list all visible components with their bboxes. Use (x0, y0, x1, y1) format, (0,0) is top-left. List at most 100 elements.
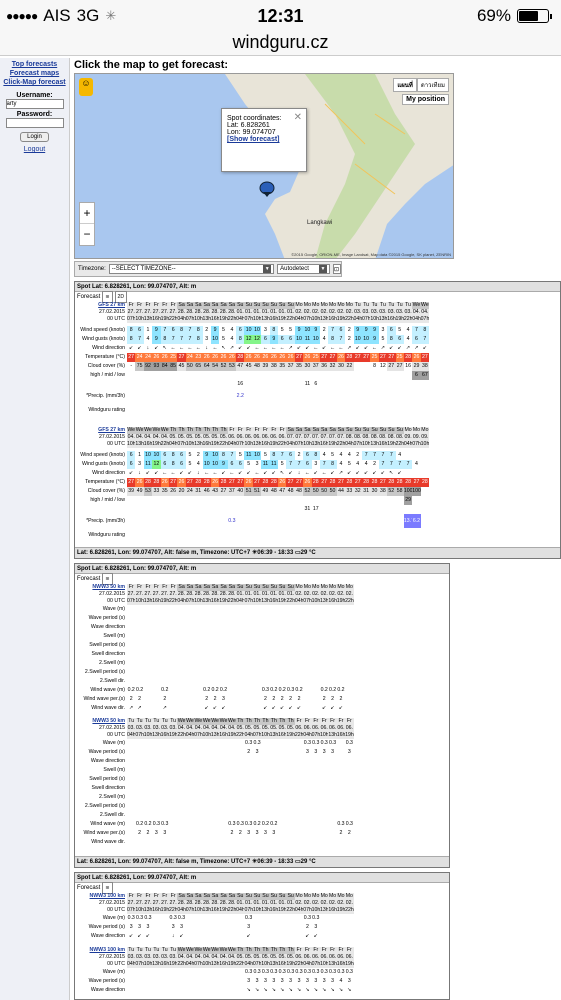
model-name-link[interactable]: NWW3 100 km (90, 947, 125, 953)
table-cell: 28. (202, 591, 211, 598)
day-row: GFS 27 km Fr Fr Fr Fr Fr Fr Sa Sa Sa Sa Sa Sa Sa Su Su S… (75, 302, 560, 309)
sidebar-link-forecast-maps[interactable]: Forecast maps (0, 70, 69, 77)
close-icon[interactable]: ✕ (294, 112, 302, 123)
table-cell: Su (370, 427, 379, 434)
table-cell: 24 (185, 353, 195, 362)
table-cell: ↙ (389, 345, 394, 351)
forecast-map[interactable]: ☺ แผนที่ ดาวเทียม My position ✕ Spot coo… (74, 73, 454, 259)
table-cell: ↙ (129, 345, 134, 351)
password-input[interactable] (5, 118, 64, 128)
popup-lon: Lon: 99.074707 (227, 129, 276, 136)
row-header: Windguru rating (88, 407, 125, 413)
table-cell: ↙ (154, 470, 159, 476)
table-cell: 8 (236, 335, 245, 344)
table-cell: 07h (185, 316, 195, 323)
timezone-refresh-button[interactable]: ⊡ (332, 264, 341, 274)
table-cell: 0.3 (328, 740, 337, 746)
table-cell: 3 (331, 749, 335, 755)
table-cell: 27 (177, 353, 186, 362)
zoom-out-button[interactable]: − (80, 224, 94, 245)
table-cell (270, 496, 278, 505)
sidebar-link-top-forecasts[interactable]: Top forecasts (0, 61, 69, 68)
table-cell: 03. (135, 725, 144, 732)
table-cell: 04h (236, 316, 245, 323)
model-name-link[interactable]: NWW3 50 km (92, 718, 125, 724)
table-cell (161, 380, 169, 389)
table-cell: 25 (168, 353, 178, 362)
table-cell: Su (361, 427, 371, 434)
table-cell (152, 739, 160, 748)
table-cell: Fr (345, 718, 354, 725)
table-cell (144, 371, 152, 380)
wind-direction-row: Wind direction ↙ ↓ ↙ ↙ ← ← ↙ ↙ ↓ ← ← ↙ ← ↙ ↙ ← ↙ ↙ ↖ ↙ ↓ ← ↙ ← ↙ ↗… (75, 469, 560, 478)
chevron-down-icon: ▼ (318, 265, 327, 273)
map-marker-icon[interactable] (259, 180, 275, 198)
model-name-link[interactable]: GFS 27 km (98, 427, 125, 433)
table-cell (144, 704, 152, 713)
table-cell (244, 695, 252, 704)
table-cell: 0.2 (270, 821, 278, 827)
table-cell (387, 371, 395, 380)
table-cell: 3 (347, 978, 351, 984)
satellite-type-button[interactable]: ดาวเทียม (416, 78, 449, 92)
autodetect-select[interactable]: Autodetect ▼ (277, 264, 330, 274)
table-cell: 27. (135, 309, 144, 316)
table-cell (135, 748, 143, 757)
table-cell: 8 (177, 326, 186, 335)
table-cell (177, 505, 185, 514)
table-cell: 85 (168, 362, 178, 371)
table-cell: Tu (387, 302, 396, 309)
table-cell: Sa (336, 427, 346, 434)
map-type-button[interactable]: แผนที่ (393, 78, 417, 92)
logout-link[interactable]: Logout (0, 146, 69, 153)
table-cell (152, 986, 160, 995)
table-cell: ← (262, 345, 269, 351)
table-cell: 06. (294, 954, 304, 961)
table-cell: Su (387, 427, 396, 434)
table-cell: 04. (160, 434, 169, 441)
row-header: Wave (m) (102, 740, 125, 746)
table-cell (219, 389, 227, 403)
zoom-in-button[interactable]: + (80, 203, 94, 224)
table-cell (253, 380, 261, 389)
show-forecast-link[interactable]: [Show forecast] (227, 136, 280, 143)
table-cell: 23 (194, 353, 203, 362)
table-cell: 2 (280, 696, 284, 702)
table-cell (135, 739, 143, 748)
table-cell: 7 (319, 460, 329, 469)
model-name-link[interactable]: NWW3 50 km (92, 584, 125, 590)
table-cell: 7 (378, 451, 388, 460)
table-cell (161, 514, 169, 528)
street-view-pegman-icon[interactable]: ☺ (79, 78, 93, 96)
table-cell (228, 977, 236, 986)
table-cell: 26 (152, 353, 161, 362)
table-cell: 39 (261, 362, 270, 371)
table-cell: 16h (261, 441, 270, 448)
table-cell (286, 829, 294, 838)
my-position-button[interactable]: My position (402, 94, 449, 105)
table-cell (177, 977, 185, 986)
table-cell: 0.3 (152, 821, 160, 827)
table-cell: 06. (345, 954, 354, 961)
table-cell (387, 505, 395, 514)
table-cell: 05. (261, 725, 270, 732)
table-cell: ↘ (254, 987, 260, 993)
model-name-link[interactable]: GFS 27 km (98, 302, 125, 308)
table-cell: 28. (219, 591, 228, 598)
row-header: Swell period (s) (89, 776, 125, 782)
username-input[interactable] (5, 99, 64, 109)
sidebar-link-click-map[interactable]: Click-Map forecast (0, 79, 69, 86)
model-name-link[interactable]: NWW3 100 km (90, 893, 125, 899)
timezone-select[interactable]: --SELECT TIMEZONE-- ▼ (108, 264, 275, 274)
table-cell (203, 371, 211, 380)
table-cell (194, 977, 202, 986)
table-cell: 28. (210, 309, 220, 316)
table-cell: We (210, 947, 220, 954)
table-cell (169, 968, 177, 977)
login-button[interactable]: Login (20, 132, 49, 142)
table-cell (396, 380, 404, 389)
table-cell: 65 (194, 362, 203, 371)
table-cell (295, 380, 303, 389)
browser-url-bar[interactable]: windguru.cz (0, 32, 561, 56)
table-cell (211, 829, 219, 838)
